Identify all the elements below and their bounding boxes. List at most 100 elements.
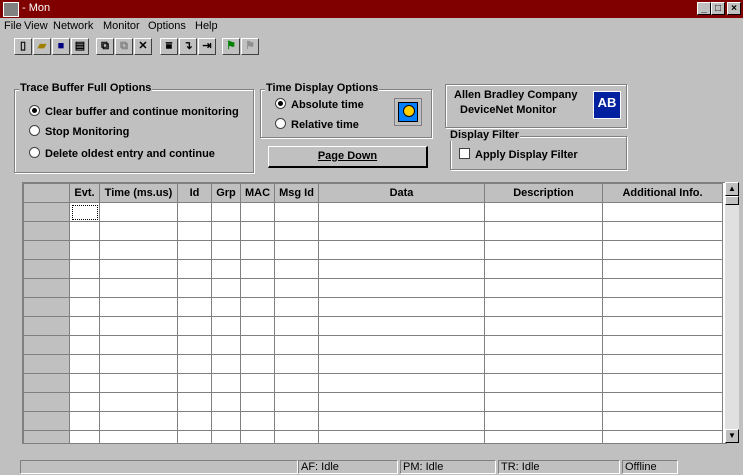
table-cell[interactable] [211, 430, 241, 443]
table-cell[interactable] [177, 392, 212, 412]
row-header[interactable] [23, 354, 70, 374]
table-cell[interactable] [211, 278, 241, 298]
table-row[interactable] [23, 297, 723, 317]
trace-grid[interactable]: Evt. Time (ms.us) Id Grp MAC Msg Id Data… [22, 182, 727, 444]
column-header[interactable]: Grp [211, 183, 241, 203]
table-cell[interactable] [99, 373, 178, 393]
table-cell[interactable] [177, 373, 212, 393]
table-cell[interactable] [177, 335, 212, 355]
table-cell[interactable] [274, 430, 319, 443]
table-cell[interactable] [274, 316, 319, 336]
table-cell[interactable] [177, 430, 212, 443]
save-disk-icon[interactable]: ■ [52, 38, 70, 55]
table-cell[interactable] [99, 278, 178, 298]
step-arrow-icon[interactable]: ↴ [179, 38, 197, 55]
scroll-up-arrow-icon[interactable]: ▲ [725, 182, 739, 196]
table-cell[interactable] [99, 240, 178, 260]
table-cell[interactable] [318, 297, 485, 317]
menu-view[interactable]: View [24, 20, 48, 32]
table-cell[interactable] [211, 297, 241, 317]
table-cell[interactable] [177, 297, 212, 317]
table-cell[interactable] [211, 240, 241, 260]
table-cell[interactable] [240, 373, 275, 393]
table-cell[interactable] [602, 430, 723, 443]
table-cell[interactable] [602, 221, 723, 241]
table-cell[interactable] [274, 221, 319, 241]
disconnect-icon[interactable]: ⧉ [115, 38, 133, 55]
table-cell[interactable] [177, 202, 212, 222]
menu-help[interactable]: Help [195, 20, 218, 32]
row-header[interactable] [23, 316, 70, 336]
table-cell[interactable] [69, 240, 100, 260]
column-header[interactable]: Msg Id [274, 183, 319, 203]
table-cell[interactable] [318, 278, 485, 298]
table-cell[interactable] [274, 240, 319, 260]
column-header[interactable]: Evt. [69, 183, 100, 203]
table-cell[interactable] [484, 354, 603, 374]
radio-absolute-time[interactable]: Absolute time [275, 98, 364, 111]
radio-stop-monitoring[interactable]: Stop Monitoring [29, 125, 129, 138]
table-cell[interactable] [484, 240, 603, 260]
table-cell[interactable] [318, 392, 485, 412]
row-header[interactable] [23, 297, 70, 317]
table-cell[interactable] [484, 411, 603, 431]
row-header[interactable] [23, 202, 70, 222]
table-cell[interactable] [99, 297, 178, 317]
scroll-down-arrow-icon[interactable]: ▼ [725, 429, 739, 443]
menu-file[interactable]: File [4, 20, 22, 32]
maximize-button[interactable]: □ [711, 2, 725, 15]
table-cell[interactable] [211, 259, 241, 279]
table-cell[interactable] [602, 373, 723, 393]
connect-icon[interactable]: ⧉ [96, 38, 114, 55]
radio-relative-time[interactable]: Relative time [275, 118, 359, 131]
app-icon[interactable] [3, 2, 19, 17]
table-cell[interactable] [69, 373, 100, 393]
table-cell[interactable] [99, 259, 178, 279]
radio-delete-oldest[interactable]: Delete oldest entry and continue [29, 147, 215, 160]
table-cell[interactable] [318, 411, 485, 431]
new-doc-icon[interactable]: ▯ [14, 38, 32, 55]
table-cell[interactable] [69, 202, 100, 222]
table-cell[interactable] [602, 259, 723, 279]
table-cell[interactable] [240, 297, 275, 317]
table-cell[interactable] [69, 430, 100, 443]
table-cell[interactable] [211, 392, 241, 412]
table-cell[interactable] [177, 316, 212, 336]
table-cell[interactable] [211, 411, 241, 431]
table-cell[interactable] [274, 335, 319, 355]
table-cell[interactable] [484, 316, 603, 336]
table-row[interactable] [23, 259, 723, 279]
table-cell[interactable] [274, 392, 319, 412]
table-cell[interactable] [177, 259, 212, 279]
table-cell[interactable] [240, 392, 275, 412]
table-cell[interactable] [484, 392, 603, 412]
table-cell[interactable] [211, 202, 241, 222]
table-cell[interactable] [69, 297, 100, 317]
table-cell[interactable] [99, 316, 178, 336]
table-cell[interactable] [318, 316, 485, 336]
row-header[interactable] [23, 278, 70, 298]
table-cell[interactable] [177, 240, 212, 260]
row-header[interactable] [23, 259, 70, 279]
row-header[interactable] [23, 411, 70, 431]
table-cell[interactable] [602, 240, 723, 260]
table-cell[interactable] [69, 278, 100, 298]
table-cell[interactable] [602, 411, 723, 431]
table-row[interactable] [23, 430, 723, 443]
table-cell[interactable] [318, 240, 485, 260]
table-cell[interactable] [602, 392, 723, 412]
page-down-button[interactable]: Page Down [268, 146, 428, 168]
table-cell[interactable] [240, 240, 275, 260]
table-cell[interactable] [484, 202, 603, 222]
table-cell[interactable] [602, 354, 723, 374]
table-cell[interactable] [69, 221, 100, 241]
table-cell[interactable] [602, 202, 723, 222]
table-cell[interactable] [274, 354, 319, 374]
table-cell[interactable] [240, 278, 275, 298]
grid-vertical-scrollbar[interactable]: ▲ ▼ [725, 182, 739, 443]
table-row[interactable] [23, 240, 723, 260]
table-cell[interactable] [318, 221, 485, 241]
table-cell[interactable] [318, 202, 485, 222]
table-cell[interactable] [484, 221, 603, 241]
table-row[interactable] [23, 411, 723, 431]
